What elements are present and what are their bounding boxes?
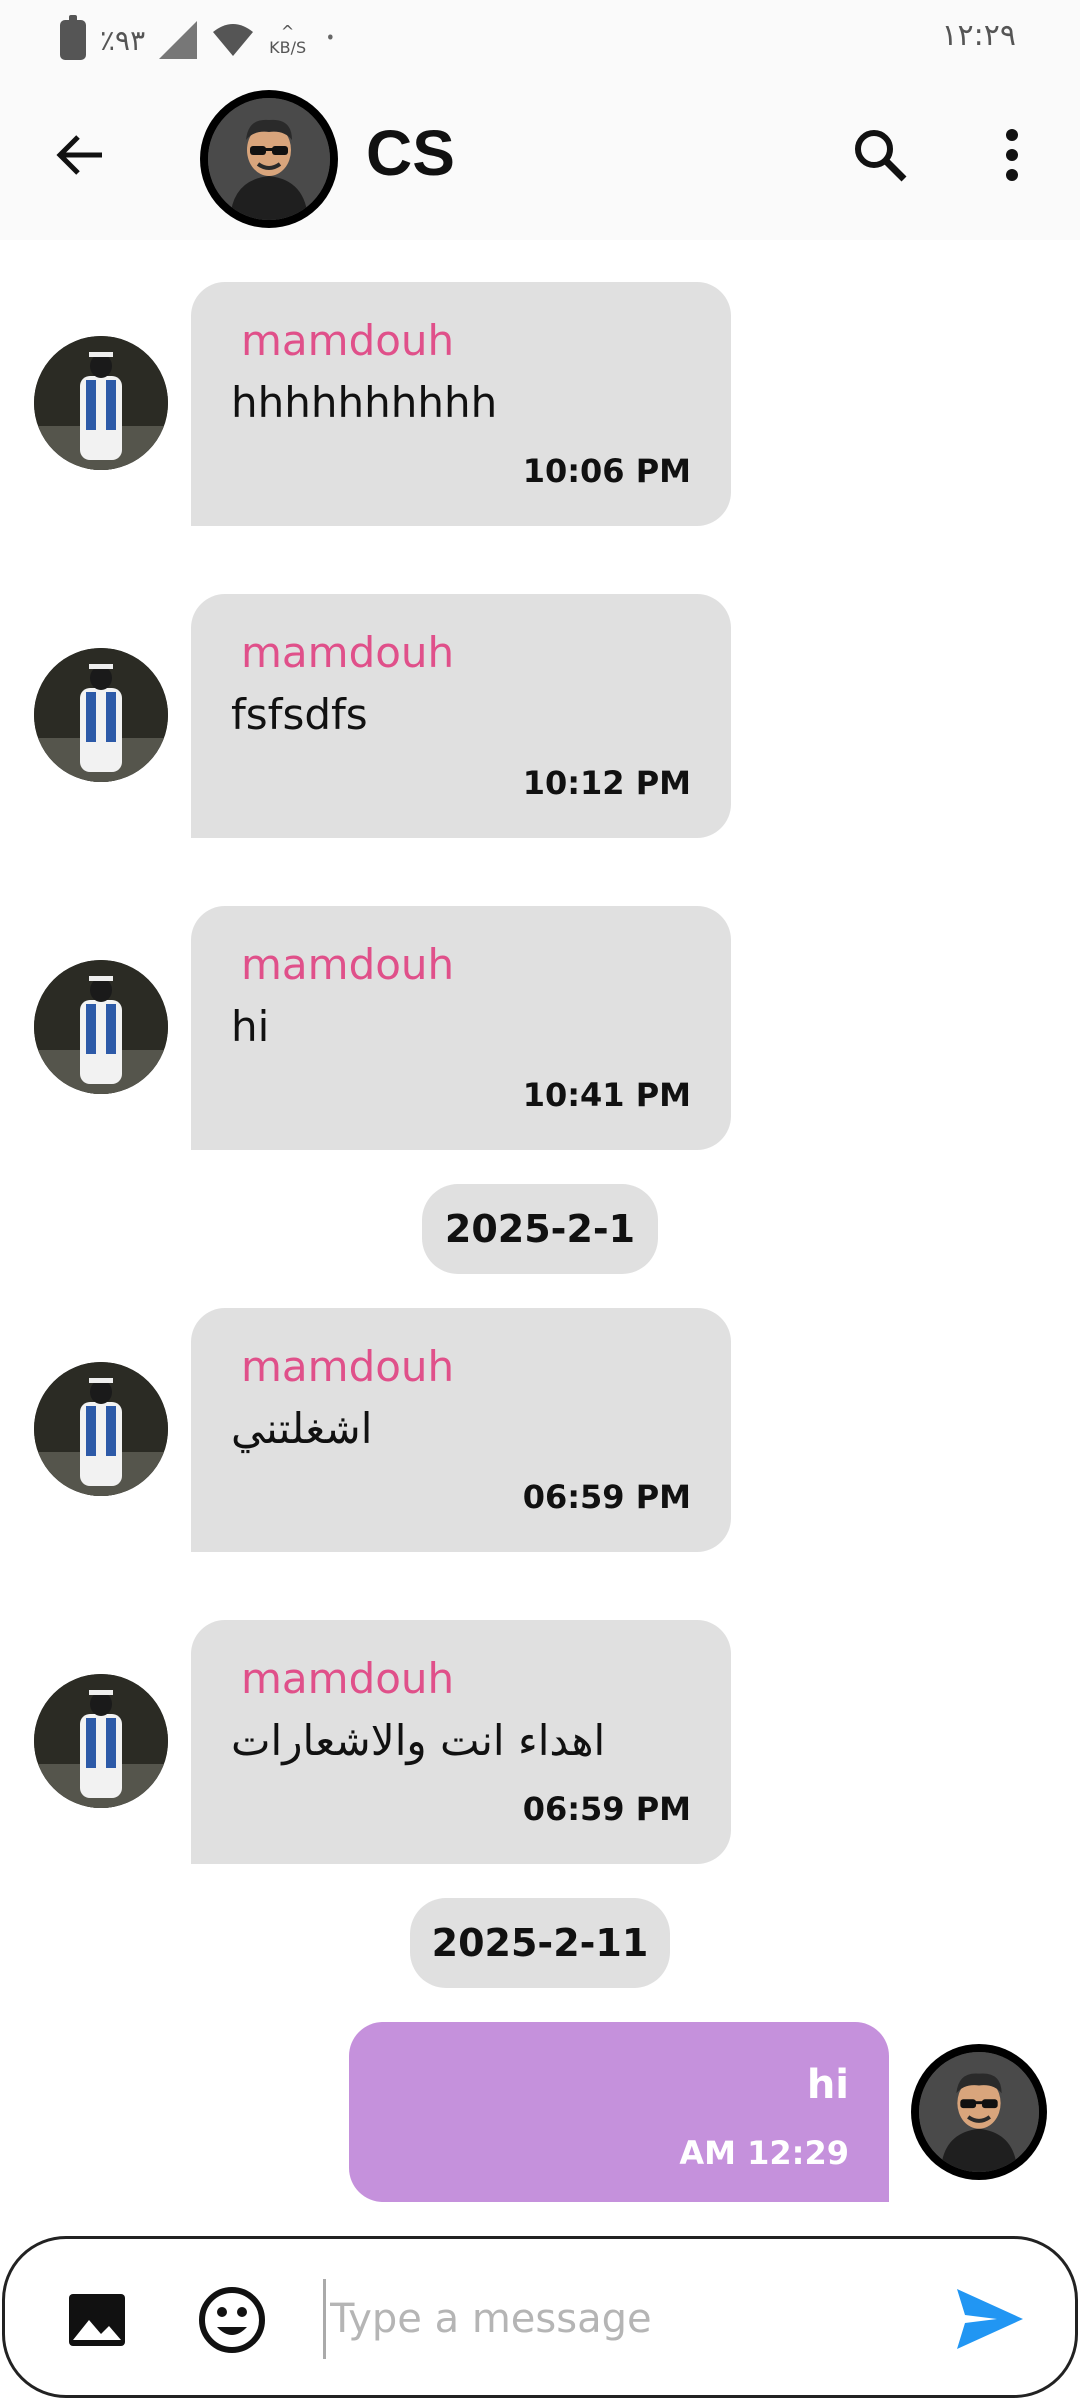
message-text: hhhhhhhhhh xyxy=(231,378,498,427)
message-time: 10:12 PM xyxy=(522,764,691,802)
sender-avatar[interactable] xyxy=(34,648,168,782)
message-time: AM 12:29 xyxy=(679,2134,849,2172)
chat-header: CS xyxy=(0,80,1080,240)
message-text: اشغلتني xyxy=(231,1404,373,1453)
my-avatar[interactable] xyxy=(911,2044,1047,2180)
search-button[interactable] xyxy=(840,115,920,195)
message-sender: mamdouh xyxy=(241,1342,455,1391)
battery-icon xyxy=(60,15,86,60)
battery-level: ٪٩٣ xyxy=(100,23,146,57)
emoji-button[interactable] xyxy=(195,2283,269,2357)
sender-avatar[interactable] xyxy=(34,1362,168,1496)
image-icon xyxy=(69,2294,125,2346)
avatar-image xyxy=(919,2052,1039,2172)
message-bubble[interactable]: mamdouh اشغلتني 06:59 PM xyxy=(191,1308,731,1552)
date-separator: 2025-2-11 xyxy=(410,1898,670,1988)
message-composer xyxy=(2,2236,1078,2398)
sender-avatar[interactable] xyxy=(34,1674,168,1808)
more-vert-icon xyxy=(1006,129,1018,181)
message-time: 10:06 PM xyxy=(522,452,691,490)
back-arrow-icon xyxy=(56,135,102,175)
avatar-image xyxy=(34,336,168,470)
sender-avatar[interactable] xyxy=(34,336,168,470)
message-bubble[interactable]: mamdouh fsfsdfs 10:12 PM xyxy=(191,594,731,838)
message-time: 06:59 PM xyxy=(522,1478,691,1516)
message-sender: mamdouh xyxy=(241,1654,455,1703)
message-time: 06:59 PM xyxy=(522,1790,691,1828)
avatar-image xyxy=(208,98,330,220)
chat-avatar[interactable] xyxy=(200,90,338,228)
avatar-image xyxy=(34,648,168,782)
message-time: 10:41 PM xyxy=(522,1076,691,1114)
bluetooth-icon: ᛫ xyxy=(320,20,341,60)
message-text: hi xyxy=(231,1002,270,1051)
avatar-image xyxy=(34,960,168,1094)
status-indicators: ٪٩٣ ^ KB/S ᛫ xyxy=(60,14,341,66)
message-sender: mamdouh xyxy=(241,316,455,365)
avatar-image xyxy=(34,1362,168,1496)
message-list[interactable]: mamdouh hhhhhhhhhh 10:06 PM mamdouh fsfs… xyxy=(0,240,1080,2202)
message-text: hi xyxy=(806,2062,849,2108)
message-text: fsfsdfs xyxy=(231,690,368,739)
avatar-image xyxy=(34,1674,168,1808)
signal-icon xyxy=(159,21,198,59)
search-icon xyxy=(855,130,907,182)
date-separator: 2025-2-1 xyxy=(422,1184,658,1274)
back-button[interactable] xyxy=(40,115,120,195)
send-button[interactable] xyxy=(951,2283,1029,2355)
attach-image-button[interactable] xyxy=(61,2284,133,2356)
message-input[interactable] xyxy=(323,2279,923,2359)
message-bubble[interactable]: mamdouh hi 10:41 PM xyxy=(191,906,731,1150)
emoji-icon xyxy=(199,2287,265,2353)
send-icon xyxy=(957,2289,1023,2349)
more-options-button[interactable] xyxy=(972,115,1052,195)
chat-title[interactable]: CS xyxy=(366,116,455,190)
status-bar: ٪٩٣ ^ KB/S ᛫ ١٢:٢٩ xyxy=(0,0,1080,80)
status-time: ١٢:٢٩ xyxy=(941,18,1016,53)
message-sender: mamdouh xyxy=(241,628,455,677)
message-text: اهداء انت والاشعارات xyxy=(231,1716,606,1765)
message-bubble[interactable]: mamdouh hhhhhhhhhh 10:06 PM xyxy=(191,282,731,526)
sender-avatar[interactable] xyxy=(34,960,168,1094)
message-bubble[interactable]: mamdouh اهداء انت والاشعارات 06:59 PM xyxy=(191,1620,731,1864)
network-speed: ^ KB/S xyxy=(269,22,307,57)
wifi-icon xyxy=(213,24,254,56)
message-sender: mamdouh xyxy=(241,940,455,989)
outgoing-message-bubble[interactable]: hi AM 12:29 xyxy=(349,2022,889,2202)
